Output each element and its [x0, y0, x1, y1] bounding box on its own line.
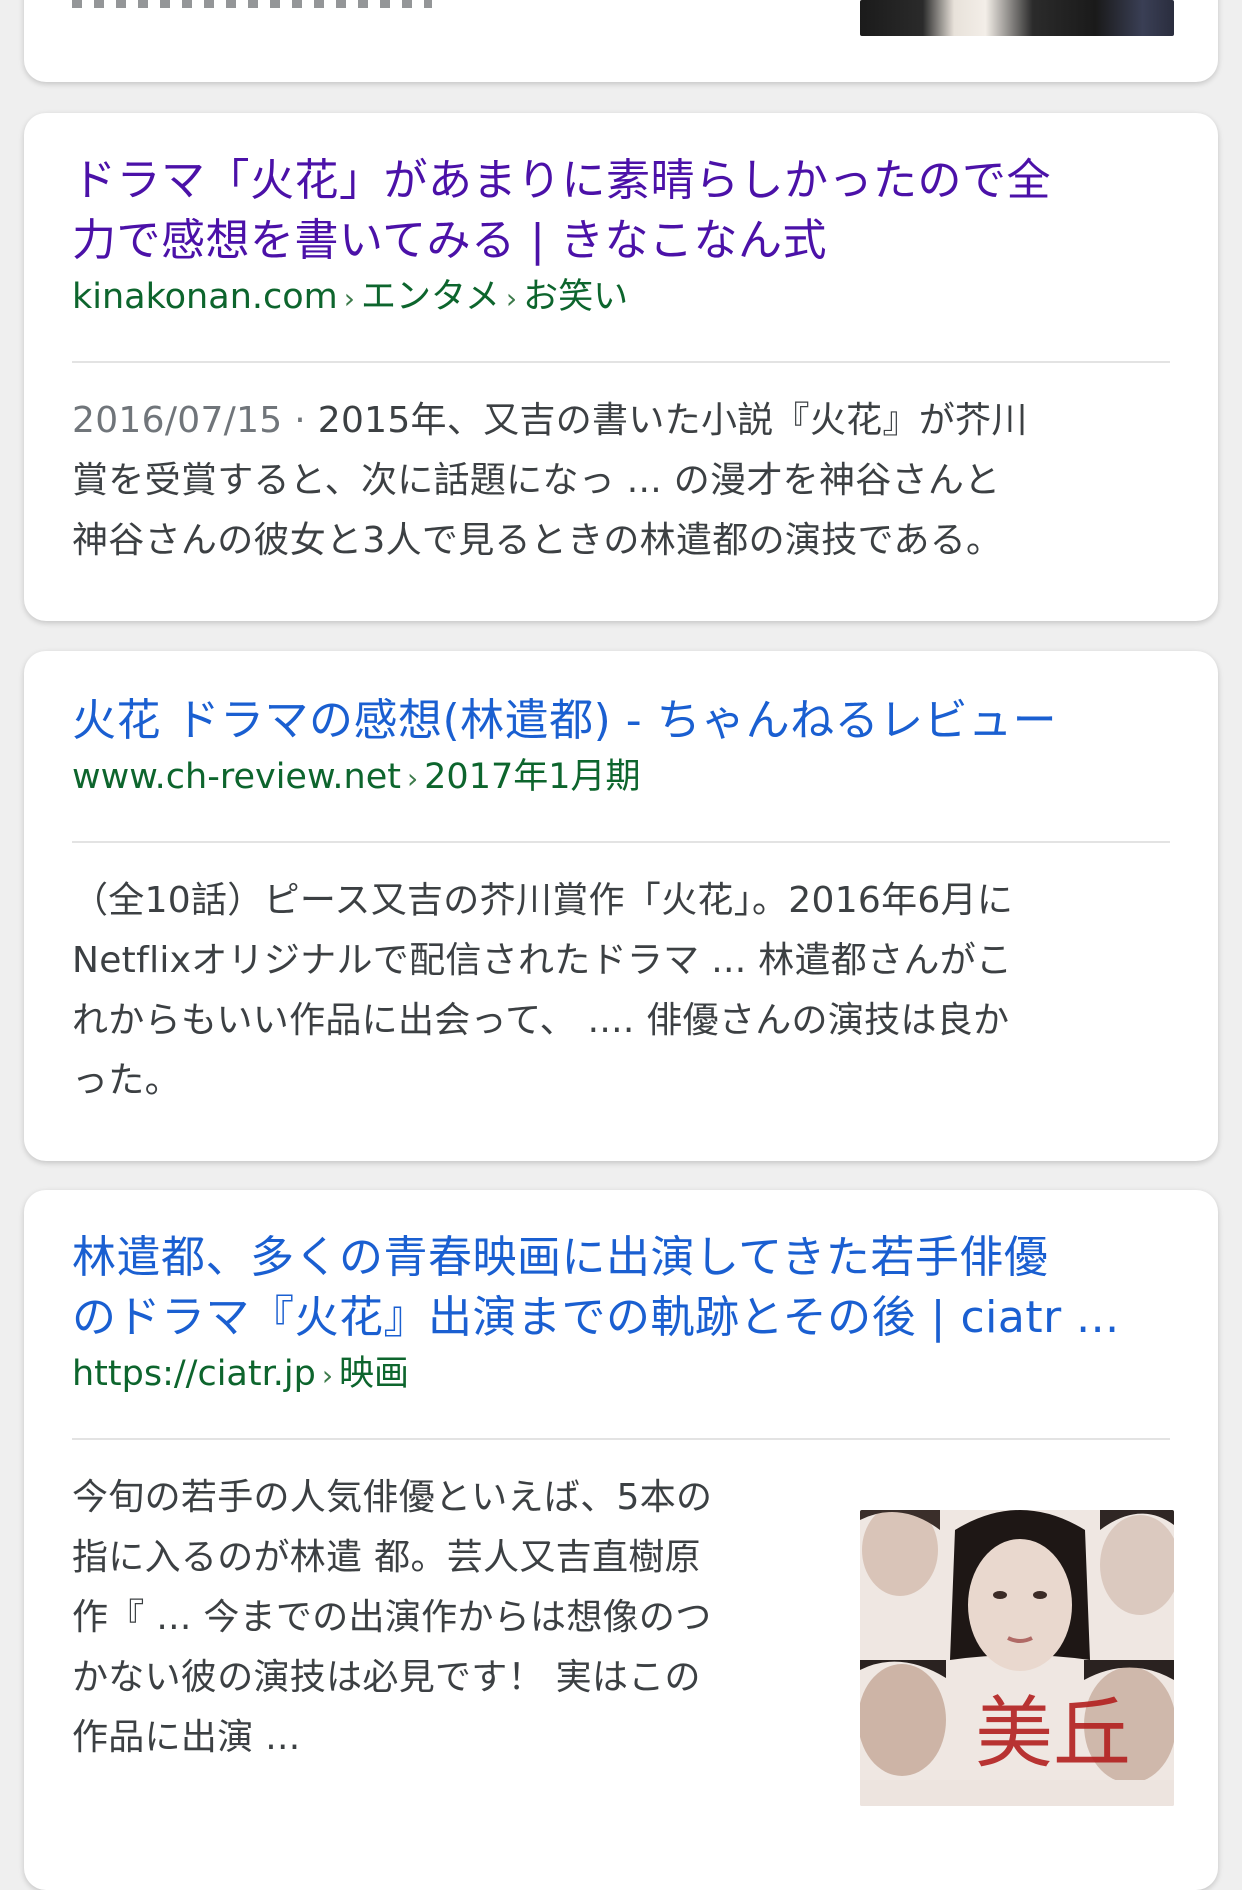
- snippet-line: （全10話）ピース又吉の芥川賞作「火花」。2016年6月に: [72, 880, 1014, 921]
- divider: [72, 1438, 1170, 1440]
- url-domain: https://ciatr.jp: [72, 1354, 316, 1394]
- snippet-fragment-previous: [72, 0, 432, 8]
- date-separator: ·: [282, 400, 318, 441]
- result-card-3[interactable]: 林遣都、多くの青春映画に出演してきた若手俳優 のドラマ『火花』出演までの軌跡とそ…: [24, 1190, 1218, 1890]
- snippet-line: った。: [72, 1060, 181, 1101]
- url-domain: kinakonan.com: [72, 277, 338, 317]
- snippet-line: 作『 ... 今までの出演作からは想像のつ: [72, 1597, 712, 1638]
- result-title-2[interactable]: 火花 ドラマの感想(林遣都) - ちゃんねるレビュー: [72, 691, 1170, 751]
- divider: [72, 361, 1170, 363]
- breadcrumb-separator-icon: ›: [505, 282, 518, 315]
- result-card-previous[interactable]: [24, 0, 1218, 82]
- result-snippet-2: （全10話）ピース又吉の芥川賞作「火花」。2016年6月に Netflixオリジ…: [72, 871, 1170, 1111]
- breadcrumb-separator-icon: ›: [343, 282, 355, 315]
- url-path: 映画: [339, 1354, 410, 1394]
- url-path: エンタメ: [360, 277, 500, 317]
- result-url-3[interactable]: https://ciatr.jp › 映画: [72, 1350, 1170, 1400]
- result-snippet-3: 今旬の若手の人気俳優といえば、5本の 指に入るのが林遣 都。芸人又吉直樹原 作『…: [72, 1468, 812, 1768]
- result-url-1[interactable]: kinakonan.com › エンタメ › お笑い: [72, 273, 1170, 323]
- result-title-3-line1: 林遣都、多くの青春映画に出演してきた若手俳優: [72, 1232, 1049, 1283]
- result-title-1[interactable]: ドラマ「火花」があまりに素晴らしかったので全 力で感想を書いてみる | きなこな…: [72, 151, 1170, 271]
- breadcrumb-separator-icon: ›: [406, 762, 419, 795]
- snippet-line: 神谷さんの彼女と3人で見るときの林遣都の演技である。: [72, 520, 1003, 561]
- result-card-2[interactable]: 火花 ドラマの感想(林遣都) - ちゃんねるレビュー www.ch-review…: [24, 651, 1218, 1161]
- poster-title-text: 美丘: [975, 1689, 1131, 1779]
- result-thumbnail-previous[interactable]: [860, 0, 1174, 36]
- result-title-1-line2: 力で感想を書いてみる | きなこなん式: [72, 215, 827, 266]
- result-title-3[interactable]: 林遣都、多くの青春映画に出演してきた若手俳優 のドラマ『火花』出演までの軌跡とそ…: [72, 1228, 1170, 1348]
- divider: [72, 841, 1170, 843]
- snippet-line: れからもいい作品に出会って、 .... 俳優さんの演技は良か: [72, 1000, 1010, 1041]
- snippet-line: 賞を受賞すると、次に話題になっ ... の漫才を神谷さんと: [72, 460, 1001, 501]
- result-thumbnail-3[interactable]: 美丘: [860, 1510, 1174, 1806]
- result-title-3-line2: のドラマ『火花』出演までの軌跡とその後 | ciatr ...: [72, 1292, 1120, 1343]
- movie-poster-image: 美丘: [860, 1510, 1174, 1806]
- snippet-line: 2015年、又吉の書いた小説『火花』が芥川: [317, 400, 1028, 441]
- snippet-line: 作品に出演 ...: [72, 1717, 301, 1758]
- snippet-line: 指に入るのが林遣 都。芸人又吉直樹原: [72, 1537, 701, 1578]
- snippet-line: 今旬の若手の人気俳優といえば、5本の: [72, 1477, 713, 1518]
- result-card-1[interactable]: ドラマ「火花」があまりに素晴らしかったので全 力で感想を書いてみる | きなこな…: [24, 113, 1218, 621]
- result-snippet-1: 2016/07/15 · 2015年、又吉の書いた小説『火花』が芥川 賞を受賞す…: [72, 391, 1170, 571]
- result-date: 2016/07/15: [72, 400, 283, 441]
- snippet-line: Netflixオリジナルで配信されたドラマ ... 林遣都さんがこ: [72, 940, 1013, 981]
- snippet-line: かない彼の演技は必見です！ 実はこの: [72, 1657, 701, 1698]
- url-path: 2017年1月期: [424, 757, 641, 797]
- url-path: お笑い: [523, 277, 629, 317]
- url-domain: www.ch-review.net: [72, 757, 401, 797]
- result-title-1-line1: ドラマ「火花」があまりに素晴らしかったので全: [72, 155, 1051, 206]
- breadcrumb-separator-icon: ›: [321, 1359, 334, 1392]
- result-url-2[interactable]: www.ch-review.net › 2017年1月期: [72, 753, 1170, 803]
